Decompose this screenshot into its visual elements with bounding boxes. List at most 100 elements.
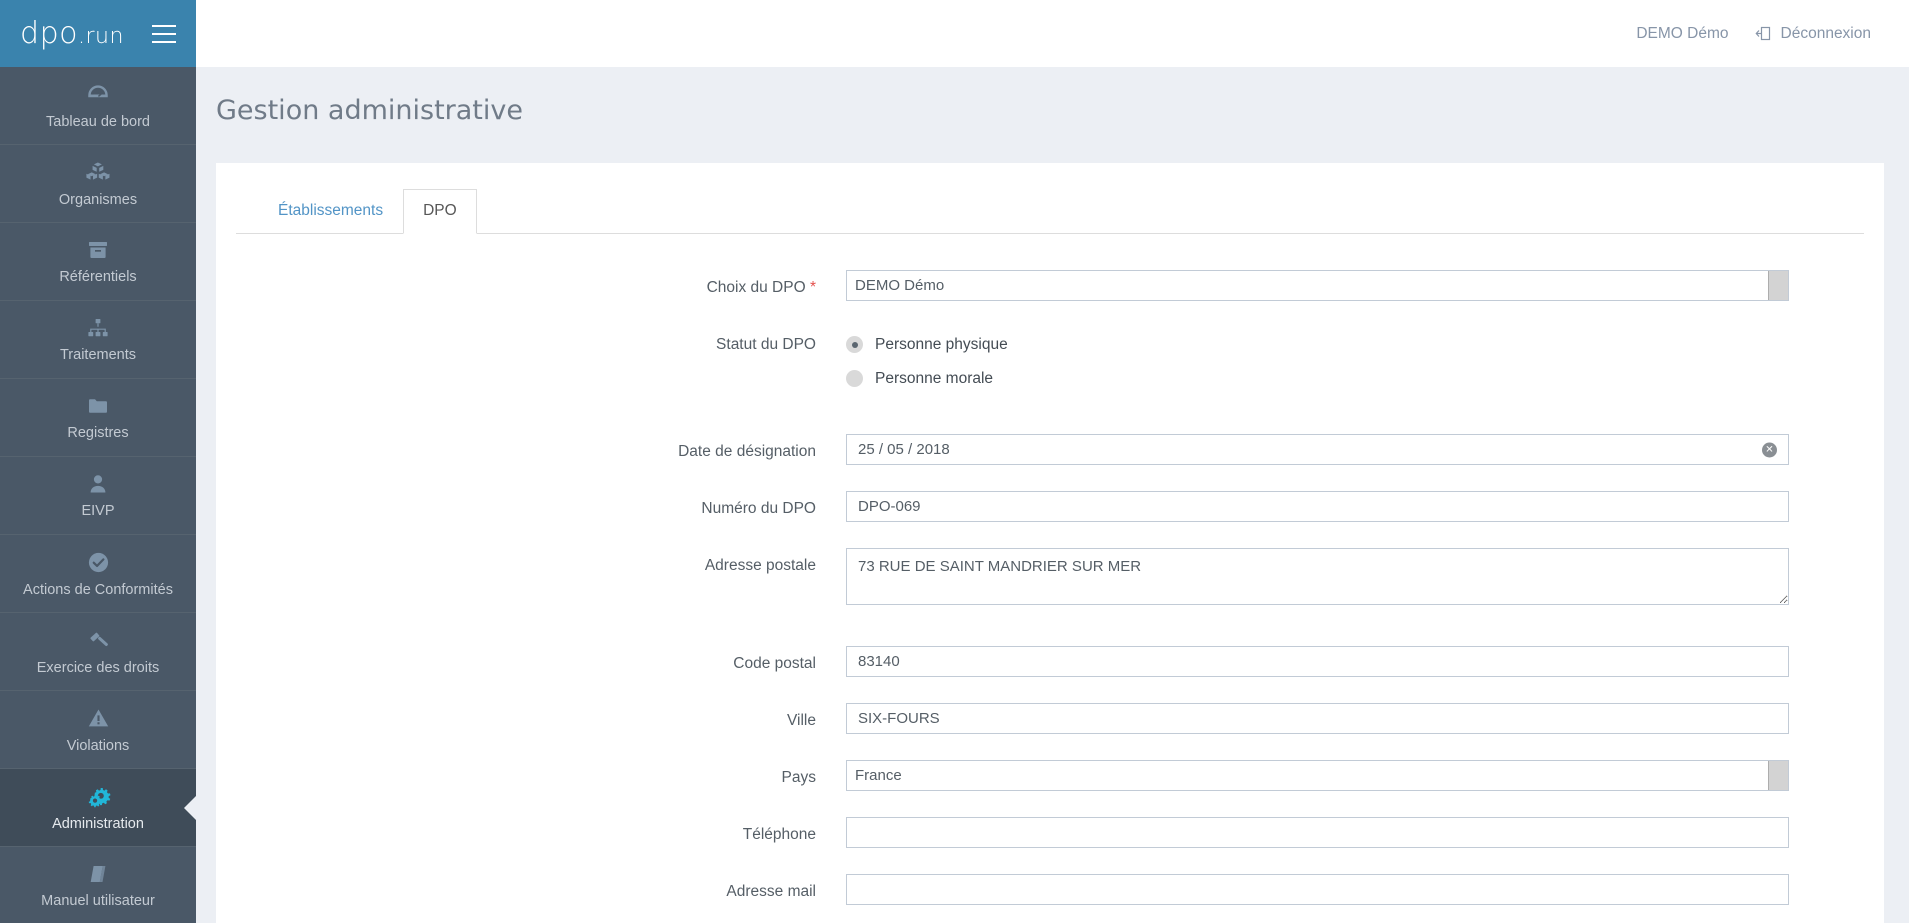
logo-suffix-text: .run — [78, 24, 124, 49]
sidebar-nav: Tableau de bord Organismes Référentiels — [0, 67, 196, 923]
date-input-wrapper: ✕ — [846, 434, 1789, 466]
numero-dpo-input[interactable] — [846, 491, 1789, 523]
logout-label: Déconnexion — [1780, 24, 1871, 42]
label-statut-dpo: Statut du DPO — [716, 336, 816, 354]
sidebar-item-violations[interactable]: Violations — [0, 691, 196, 769]
label-code-postal: Code postal — [733, 655, 816, 673]
sidebar-item-label: Organismes — [58, 192, 138, 208]
dpo-form: Choix du DPO * DEMO Démo Statut du DPO P… — [216, 234, 1884, 923]
sidebar-item-label: EIVP — [81, 503, 115, 519]
field-row-pays: Pays France — [216, 760, 1884, 792]
control-adresse-mail — [846, 874, 1884, 906]
control-choix-dpo: DEMO Démo — [846, 270, 1884, 302]
hamburger-icon[interactable] — [151, 24, 176, 43]
app-logo[interactable]: dpo.run — [20, 16, 124, 51]
required-asterisk: * — [809, 279, 816, 297]
gears-icon — [85, 784, 112, 809]
sidebar-item-exercice-des-droits[interactable]: Exercice des droits — [0, 613, 196, 691]
check-circle-icon — [86, 550, 111, 575]
label-adresse-mail: Adresse mail — [726, 883, 816, 901]
label-adresse-postale: Adresse postale — [704, 557, 816, 575]
dashboard-gauge-icon — [85, 81, 111, 107]
label-numero-dpo: Numéro du DPO — [701, 500, 816, 518]
ville-input[interactable] — [846, 703, 1789, 735]
sitemap-icon — [86, 316, 110, 340]
sidebar-item-referentiels[interactable]: Référentiels — [0, 223, 196, 301]
content-card: Établissements DPO Choix du DPO * DEMO D… — [216, 163, 1884, 923]
label-ville: Ville — [786, 712, 816, 730]
clear-circle-x-icon[interactable]: ✕ — [1762, 442, 1777, 458]
sidebar-item-eivp[interactable]: EIVP — [0, 457, 196, 535]
top-header-bar: dpo.run DEMO Démo Déconnexion — [0, 0, 1909, 67]
control-pays: France — [846, 760, 1884, 792]
field-row-telephone: Téléphone — [216, 817, 1884, 849]
sidebar-item-label: Traitements — [59, 347, 136, 363]
label-choix-dpo: Choix du DPO * — [216, 270, 846, 297]
sidebar-item-label: Tableau de bord — [46, 114, 150, 130]
adresse-mail-input[interactable] — [846, 874, 1789, 906]
folder-icon — [86, 394, 110, 418]
sidebar-item-label: Violations — [66, 737, 130, 754]
logout-button[interactable]: Déconnexion — [1755, 25, 1871, 43]
control-telephone — [846, 817, 1884, 849]
radio-group-statut-dpo: Personne physique Personne morale — [846, 327, 1884, 398]
control-code-postal — [846, 646, 1884, 678]
select-wrapper-pays: France — [846, 760, 1789, 792]
sidebar-item-label: Exercice des droits — [36, 659, 160, 676]
field-row-date-designation: Date de désignation ✕ — [216, 434, 1884, 466]
logo-main-text: dpo — [20, 16, 78, 51]
tab-etablissements[interactable]: Établissements — [258, 189, 403, 234]
sidebar-item-organismes[interactable]: Organismes — [0, 145, 196, 223]
radio-label: Personne morale — [875, 369, 994, 387]
adresse-postale-textarea[interactable]: 73 RUE DE SAINT MANDRIER SUR MER — [846, 548, 1789, 606]
label-telephone: Téléphone — [742, 826, 816, 844]
book-icon — [86, 862, 110, 886]
sidebar-item-label: Administration — [52, 815, 144, 832]
current-user-name: DEMO Démo — [1636, 24, 1729, 42]
sidebar-item-label: Manuel utilisateur — [41, 893, 155, 909]
page-title: Gestion administrative — [216, 95, 523, 126]
field-row-choix-dpo: Choix du DPO * DEMO Démo — [216, 270, 1884, 302]
main-content-area: Gestion administrative Établissements DP… — [196, 67, 1909, 923]
tab-bar: Établissements DPO — [236, 163, 1864, 235]
radio-option-personne-physique[interactable]: Personne physique — [846, 330, 1789, 359]
sidebar-item-label: Registres — [67, 425, 129, 441]
sidebar-item-label: Actions de Conformités — [23, 581, 173, 598]
sidebar-item-traitements[interactable]: Traitements — [0, 301, 196, 379]
select-pays[interactable]: France — [846, 760, 1789, 792]
control-ville — [846, 703, 1884, 735]
field-row-statut-dpo: Statut du DPO Personne physique Personne… — [216, 327, 1884, 398]
sidebar-item-registres[interactable]: Registres — [0, 379, 196, 457]
label-pays: Pays — [781, 769, 816, 787]
tab-dpo[interactable]: DPO — [403, 189, 477, 235]
field-row-numero-dpo: Numéro du DPO — [216, 491, 1884, 523]
sidebar-item-manuel-utilisateur[interactable]: Manuel utilisateur — [0, 847, 196, 923]
label-choix-dpo-text: Choix du DPO — [706, 279, 806, 297]
header-right-group: DEMO Démo Déconnexion — [1636, 0, 1909, 67]
warning-triangle-icon — [86, 706, 111, 731]
sign-out-icon — [1755, 25, 1772, 42]
telephone-input[interactable] — [846, 817, 1789, 849]
user-icon — [86, 472, 110, 496]
boxes-icon — [85, 159, 111, 185]
field-row-ville: Ville — [216, 703, 1884, 735]
control-date-designation: ✕ — [846, 434, 1884, 466]
radio-label: Personne physique — [875, 335, 1008, 353]
brand-block: dpo.run — [0, 0, 196, 67]
sidebar-item-tableau-de-bord[interactable]: Tableau de bord — [0, 67, 196, 145]
code-postal-input[interactable] — [846, 646, 1789, 678]
sidebar-item-actions-de-conformites[interactable]: Actions de Conformités — [0, 535, 196, 613]
gavel-icon — [86, 628, 111, 653]
sidebar-item-administration[interactable]: Administration — [0, 769, 196, 847]
date-designation-input[interactable] — [846, 434, 1789, 466]
select-wrapper-choix-dpo: DEMO Démo — [846, 270, 1789, 302]
control-numero-dpo — [846, 491, 1884, 523]
select-choix-dpo[interactable]: DEMO Démo — [846, 270, 1789, 302]
sidebar-item-label: Référentiels — [59, 269, 137, 285]
radio-indicator-unselected[interactable] — [846, 370, 863, 388]
radio-option-personne-morale[interactable]: Personne morale — [846, 364, 1789, 393]
field-row-adresse-mail: Adresse mail — [216, 874, 1884, 906]
radio-indicator-selected[interactable] — [846, 336, 863, 354]
archive-box-icon — [86, 238, 110, 262]
label-date-designation: Date de désignation — [678, 443, 816, 461]
